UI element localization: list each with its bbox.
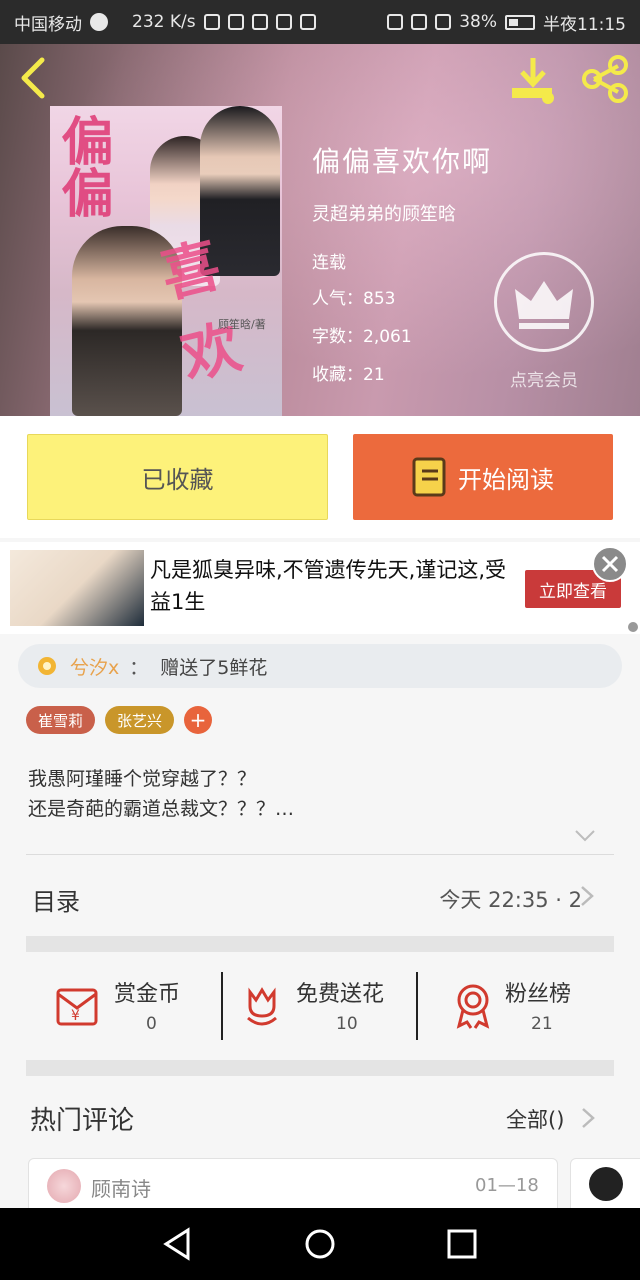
toc-latest-update: 今天 22:35 · 2 xyxy=(439,888,582,912)
action-bar: 已收藏 开始阅读 xyxy=(0,416,640,538)
stat-label: 粉丝榜 xyxy=(505,982,572,1007)
globe-icon xyxy=(90,13,108,31)
ad-info-icon[interactable] xyxy=(628,622,638,632)
stat-label: 赏金币 xyxy=(114,982,181,1007)
book-favorites: 收藏：21 xyxy=(312,365,385,385)
avatar[interactable] xyxy=(47,1169,81,1203)
stats-row: ¥ 赏金币 0 免费送花 10 粉丝榜 21 xyxy=(26,960,614,1056)
fan-rank-button[interactable]: 粉丝榜 21 xyxy=(419,960,614,1056)
free-flower-button[interactable]: 免费送花 10 xyxy=(224,960,416,1056)
add-tag-button[interactable]: + xyxy=(184,706,213,734)
bluetooth-icon xyxy=(251,14,268,30)
location-icon xyxy=(227,14,244,30)
tag-list: 崔雪莉 张艺兴 + xyxy=(26,706,213,734)
home-nav-icon[interactable] xyxy=(302,1226,338,1262)
mute-icon xyxy=(275,14,292,30)
book-author[interactable]: 灵超弟弟的顾笙晗 xyxy=(312,200,456,226)
tag-item[interactable]: 崔雪莉 xyxy=(26,706,96,734)
favorited-label: 已收藏 xyxy=(141,465,214,494)
signal-icon xyxy=(435,14,452,30)
chevron-right-icon[interactable] xyxy=(580,1106,596,1130)
stat-separator xyxy=(416,972,418,1040)
book-popularity: 人气：853 xyxy=(312,289,396,309)
start-reading-label: 开始阅读 xyxy=(458,465,554,494)
headset-icon xyxy=(203,14,220,30)
all-comments-link[interactable]: 全部() xyxy=(506,1104,564,1134)
ad-image xyxy=(10,550,144,626)
book-status: 连载 xyxy=(312,253,346,273)
description-line: 还是奇葩的霸道总裁文？？？… xyxy=(28,798,295,820)
red-envelope-icon: ¥ xyxy=(56,988,98,1026)
gift-separator: ： xyxy=(129,656,149,679)
chevron-right-icon xyxy=(581,886,594,906)
eye-icon xyxy=(411,14,428,30)
section-divider xyxy=(26,1060,614,1076)
book-cover[interactable]: 偏偏 喜欢 顾笙晗/著 xyxy=(50,106,282,416)
gift-user[interactable]: 兮汐x xyxy=(70,653,119,680)
share-button[interactable] xyxy=(580,54,630,104)
svg-text:¥: ¥ xyxy=(71,1008,80,1024)
cover-credit: 顾笙晗/著 xyxy=(218,318,266,331)
ad-text: 凡是狐臭异味,不管遗传先天,谨记这,受益1生 xyxy=(150,558,507,614)
vip-label[interactable]: 点亮会员 xyxy=(494,366,594,391)
stat-value: 0 xyxy=(146,1014,157,1034)
chevron-left-icon xyxy=(21,57,45,99)
hd-icon xyxy=(387,14,404,30)
network-speed: 232 K/s xyxy=(132,12,196,32)
cover-title-art: 偏偏 xyxy=(52,114,113,218)
comment-date: 01—18 xyxy=(475,1175,539,1196)
status-bar: 中国移动 232 K/s 38% 半夜11:15 xyxy=(0,0,640,44)
crown-icon xyxy=(515,281,573,329)
hot-comments-title: 热门评论 xyxy=(30,1106,135,1136)
share-icon xyxy=(582,55,628,103)
battery-icon xyxy=(505,14,535,30)
download-icon xyxy=(512,58,554,104)
tag-item[interactable]: 张艺兴 xyxy=(105,706,175,734)
stat-separator xyxy=(221,972,223,1040)
stat-value: 21 xyxy=(531,1014,553,1034)
chevron-down-icon[interactable] xyxy=(574,828,596,844)
system-nav-bar xyxy=(0,1208,640,1280)
book-title: 偏偏喜欢你啊 xyxy=(312,145,493,178)
ad-banner[interactable]: 凡是狐臭异味,不管遗传先天,谨记这,受益1生 立即查看 xyxy=(0,542,640,634)
clock: 半夜11:15 xyxy=(543,14,626,35)
book-header: 偏偏 喜欢 顾笙晗/著 偏偏喜欢你啊 灵超弟弟的顾笙晗 连载 人气：853 字数… xyxy=(0,44,640,416)
stat-value: 10 xyxy=(336,1014,358,1034)
description-line: 我愚阿瑾睡个觉穿越了？？ xyxy=(28,768,257,790)
comment-author[interactable]: 顾南诗 xyxy=(91,1173,151,1202)
book-icon xyxy=(412,457,446,497)
toc-row[interactable]: 目录 今天 22:35 · 2 xyxy=(0,860,640,932)
start-reading-button[interactable]: 开始阅读 xyxy=(353,434,613,520)
battery-percent: 38% xyxy=(459,12,497,32)
stat-label: 免费送花 xyxy=(296,982,385,1007)
toc-label: 目录 xyxy=(32,888,80,916)
avatar[interactable] xyxy=(589,1167,623,1201)
alarm-icon xyxy=(299,14,316,30)
vip-button[interactable] xyxy=(494,252,594,352)
flower-gift-icon xyxy=(38,657,56,675)
carrier-label: 中国移动 xyxy=(14,14,82,35)
divider xyxy=(26,854,614,855)
badge-icon xyxy=(456,984,490,1029)
book-description: 我愚阿瑾睡个觉穿越了？？ 还是奇葩的霸道总裁文？？？… xyxy=(28,764,294,824)
gift-notice: 兮汐x ： 赠送了5鲜花 xyxy=(18,644,622,688)
section-divider xyxy=(26,936,614,952)
back-nav-icon[interactable] xyxy=(160,1226,196,1262)
close-icon xyxy=(601,555,619,573)
flower-icon xyxy=(247,987,277,1026)
ad-close-button[interactable] xyxy=(592,546,628,582)
recents-nav-icon[interactable] xyxy=(444,1226,480,1262)
gift-message: 赠送了5鲜花 xyxy=(160,656,268,679)
reward-coins-button[interactable]: ¥ 赏金币 0 xyxy=(26,960,222,1056)
download-button[interactable] xyxy=(508,54,558,104)
favorited-button[interactable]: 已收藏 xyxy=(27,434,328,520)
back-button[interactable] xyxy=(14,56,54,100)
book-word-count: 字数：2,061 xyxy=(312,327,412,347)
